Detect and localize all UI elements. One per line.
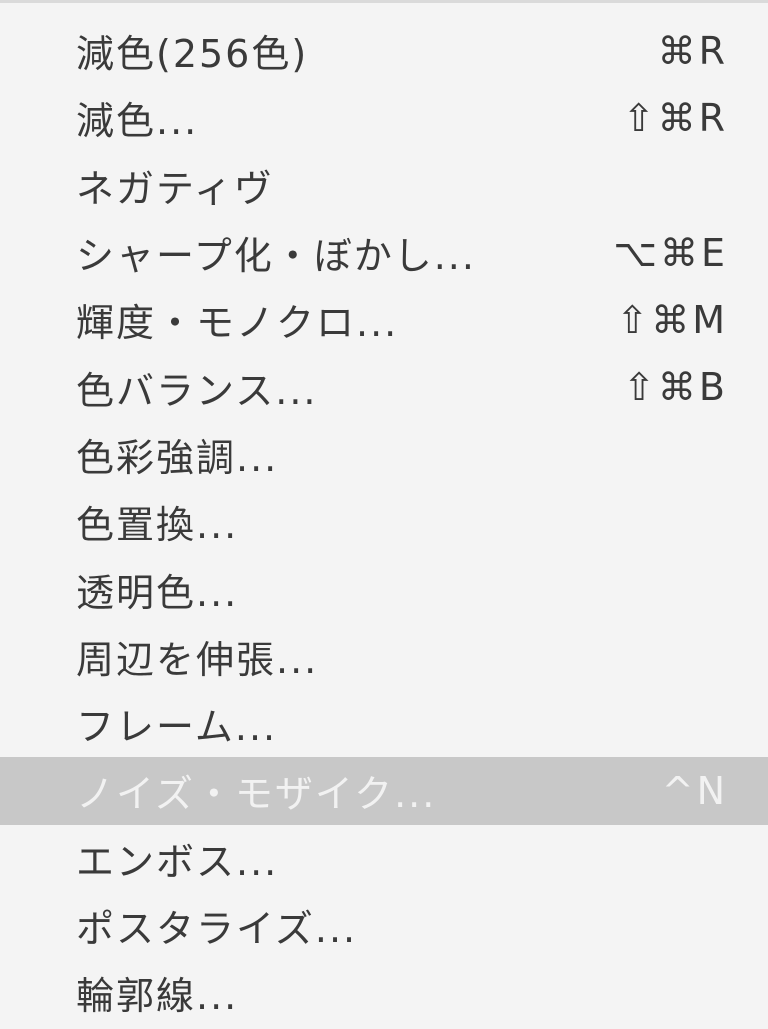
menu-item-label: ノイズ・モザイク... [76, 772, 437, 817]
menu-item-shortcut: ⌥⌘E [613, 230, 728, 275]
menu-item-label: 輪郭線... [76, 974, 239, 1019]
menu-item-posterize[interactable]: ポスタライズ... [0, 892, 768, 959]
menu-item-label: 色置換... [76, 503, 239, 548]
menu-item-transparent-color[interactable]: 透明色... [0, 555, 768, 622]
menu-item-noise-mosaic[interactable]: ノイズ・モザイク... ^N [0, 757, 768, 825]
menu-item-label: ポスタライズ... [76, 907, 358, 951]
menu-item-color-enhance[interactable]: 色彩強調... [0, 421, 768, 488]
menu-item-label: 輝度・モノクロ... [76, 301, 399, 346]
menu-item-label: シャープ化・ぼかし... [76, 234, 476, 279]
menu-item-label: 色バランス... [76, 368, 318, 413]
menu-item-label: ネガティヴ [76, 166, 274, 211]
menu-item-color-balance[interactable]: 色バランス... ⇧⌘B [0, 353, 768, 420]
menu-item-frame[interactable]: フレーム... [0, 690, 768, 757]
menu-item-label: 周辺を伸張... [76, 637, 319, 682]
menu-item-extend-edges[interactable]: 周辺を伸張... [0, 623, 768, 690]
menu-item-reduce-color[interactable]: 減色... ⇧⌘R [0, 84, 768, 151]
menu-item-negative[interactable]: ネガティヴ [0, 152, 768, 219]
menu-item-label: 透明色... [76, 570, 239, 615]
menu-item-label: フレーム... [76, 705, 278, 750]
menu-item-shortcut: ⇧⌘B [623, 365, 728, 410]
menu-item-label: 色彩強調... [76, 435, 279, 480]
menu-item-outline[interactable]: 輪郭線... [0, 959, 768, 1026]
menu-item-shortcut: ⌘R [657, 28, 728, 73]
menu-list: 減色(256色) ⌘R 減色... ⇧⌘R ネガティヴ シャープ化・ぼかし...… [0, 17, 768, 1026]
menu-item-label: エンボス... [76, 839, 279, 884]
menu-item-label: 減色(256色) [76, 32, 309, 77]
menu-item-color-replace[interactable]: 色置換... [0, 488, 768, 555]
menu-item-shortcut: ⇧⌘R [622, 95, 728, 140]
menu-item-sharpen-blur[interactable]: シャープ化・ぼかし... ⌥⌘E [0, 219, 768, 286]
menu-item-shortcut: ^N [661, 768, 728, 813]
menu-item-label: 減色... [76, 99, 199, 144]
menu-item-brightness-monochrome[interactable]: 輝度・モノクロ... ⇧⌘M [0, 286, 768, 353]
context-menu: 減色(256色) ⌘R 減色... ⇧⌘R ネガティヴ シャープ化・ぼかし...… [0, 0, 768, 1029]
menu-item-reduce-color-256[interactable]: 減色(256色) ⌘R [0, 17, 768, 84]
menu-item-shortcut: ⇧⌘M [616, 297, 728, 342]
menu-item-emboss[interactable]: エンボス... [0, 825, 768, 892]
